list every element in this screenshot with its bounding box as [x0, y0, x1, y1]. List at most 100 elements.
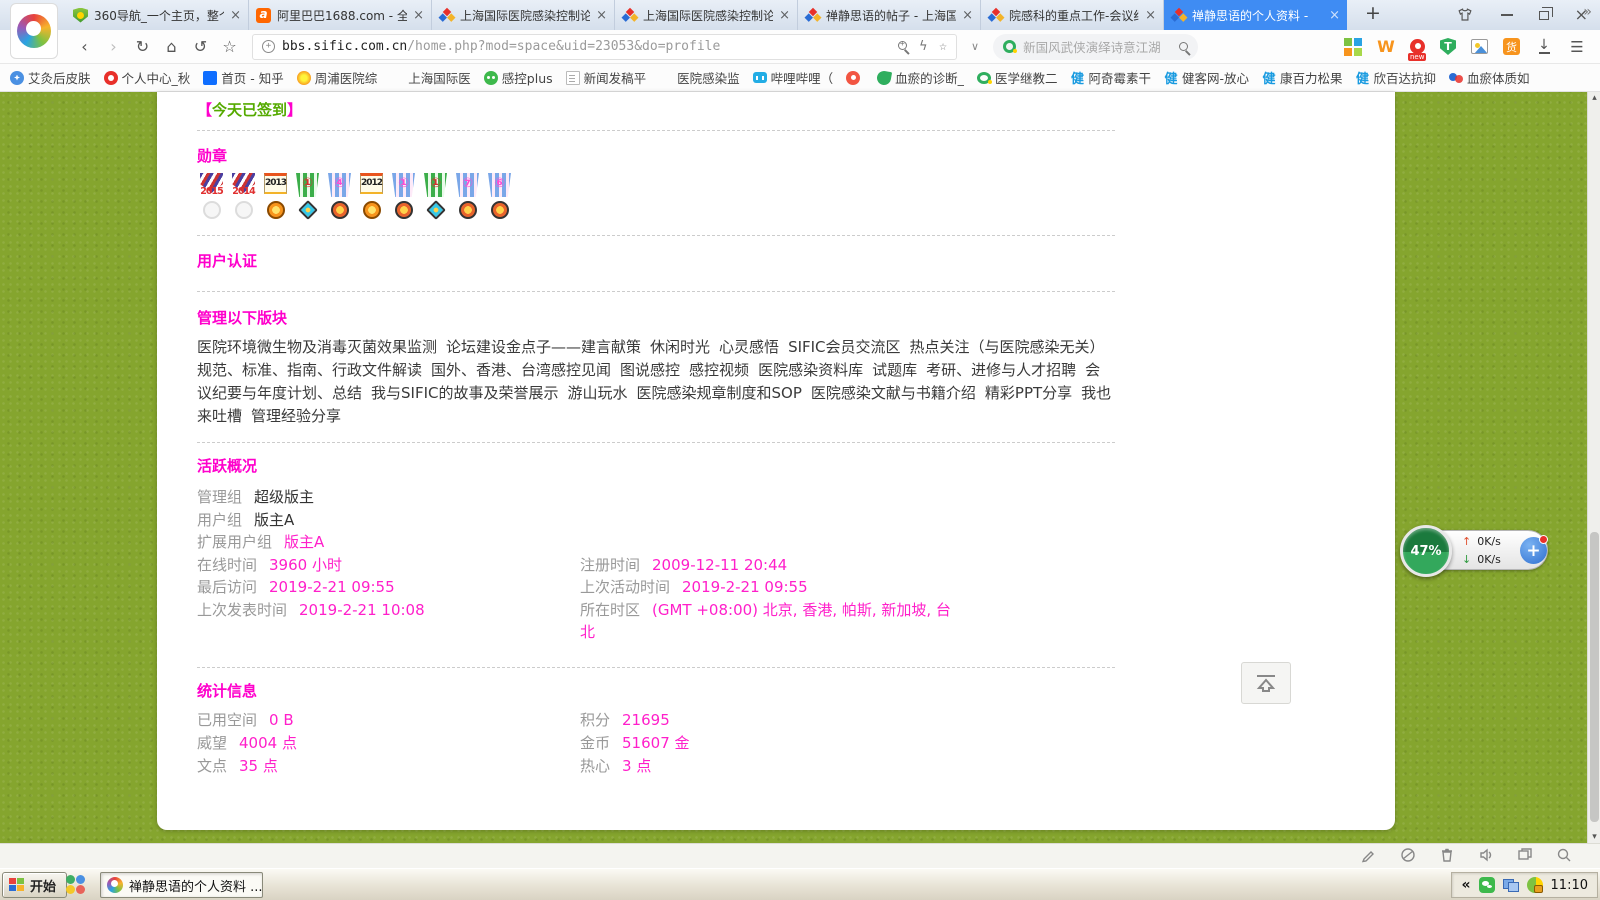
board-link[interactable]: SIFIC会员交流区: [788, 338, 900, 356]
bookmark-item[interactable]: 血瘀的诊断_: [877, 68, 964, 87]
zoom-page-icon[interactable]: [898, 39, 907, 54]
medal-icon[interactable]: 2013: [261, 173, 290, 220]
board-link[interactable]: 感控视频: [689, 361, 749, 379]
speed-widget[interactable]: 47% ↑0K/s ↓0K/s +: [1400, 525, 1550, 577]
tab-close-icon[interactable]: ×: [1329, 8, 1340, 23]
board-link[interactable]: 游山玩水: [568, 384, 628, 402]
bookmark-item[interactable]: 医学继教二: [977, 68, 1058, 87]
bookmark-item[interactable]: 感控plus: [484, 68, 553, 87]
bookmark-item[interactable]: 新闻发稿平: [566, 68, 647, 87]
new-tab-button[interactable]: +: [1360, 2, 1386, 24]
board-link[interactable]: 图说感控: [620, 361, 680, 379]
browser-tab[interactable]: 阿里巴巴1688.com - 全球 ×: [249, 0, 432, 30]
tab-close-icon[interactable]: ×: [596, 8, 607, 23]
medal-icon[interactable]: ①: [421, 173, 450, 220]
bookmark-item[interactable]: 欣百达抗抑: [1356, 68, 1437, 87]
restore-icon[interactable]: [1539, 11, 1549, 20]
site-security-icon[interactable]: +: [262, 40, 275, 53]
menu-hamburger-icon[interactable]: ☰: [1568, 38, 1586, 56]
lightning-speed-icon[interactable]: ϟ: [919, 39, 927, 54]
browser-tab[interactable]: 禅静思语的个人资料 - ×: [1164, 0, 1347, 30]
tab-close-icon[interactable]: ×: [1145, 8, 1156, 23]
shopping-huo-icon[interactable]: 货: [1503, 38, 1520, 55]
bookmark-item[interactable]: 周浦医院综: [297, 68, 378, 87]
forward-button[interactable]: ›: [99, 37, 128, 56]
bookmark-item[interactable]: 哔哩哔哩（: [753, 68, 834, 87]
reload-button[interactable]: ↻: [128, 37, 157, 56]
taskbar-window-button[interactable]: 禅静思语的个人资料 ...: [100, 872, 263, 898]
tab-close-icon[interactable]: ×: [230, 8, 241, 23]
split-window-icon[interactable]: [1517, 847, 1533, 863]
flame-extension-icon[interactable]: W: [1377, 38, 1395, 56]
board-link[interactable]: 休闲时光: [650, 338, 710, 356]
wechat-tray-icon[interactable]: [1479, 877, 1495, 893]
back-to-top-button[interactable]: [1241, 662, 1291, 704]
board-link[interactable]: 医院环境微生物及消毒灭菌效果监测: [197, 338, 437, 356]
bookmark-item[interactable]: 阿奇霉素干: [1070, 68, 1151, 87]
memory-percent-ball[interactable]: 47%: [1400, 525, 1452, 577]
board-link[interactable]: 我与SIFIC的故事及荣誉展示: [371, 384, 558, 402]
board-link[interactable]: 心灵感悟: [719, 338, 779, 356]
tab-close-icon[interactable]: ×: [413, 8, 424, 23]
bookmark-item[interactable]: 血瘀体质如: [1449, 68, 1530, 87]
apps-grid-icon[interactable]: [1344, 38, 1362, 56]
minimize-icon[interactable]: [1501, 14, 1513, 16]
recently-closed-button[interactable]: ↺: [186, 37, 215, 56]
board-link[interactable]: 医院感染规章制度和SOP: [637, 384, 802, 402]
globe-adblock-icon[interactable]: [1400, 847, 1416, 863]
browser-tab[interactable]: 院感科的重点工作-会议纪 ×: [981, 0, 1164, 30]
medal-icon[interactable]: ④: [325, 173, 354, 220]
medal-icon[interactable]: ①: [293, 173, 322, 220]
medal-icon[interactable]: 2014: [229, 173, 258, 220]
bookmarks-overflow-icon[interactable]: »: [1583, 4, 1592, 20]
search-icon[interactable]: [1179, 42, 1188, 51]
bookmark-item[interactable]: 艾灸后皮肤: [10, 68, 91, 87]
board-link[interactable]: 精彩PPT分享: [985, 384, 1072, 402]
bookmark-item[interactable]: [846, 71, 864, 85]
board-link[interactable]: 热点关注（与医院感染无关）: [910, 338, 1105, 356]
bookmark-item[interactable]: 医院感染监: [659, 68, 740, 87]
screenshot-icon[interactable]: [1471, 39, 1488, 54]
scroll-down-icon[interactable]: ▾: [1588, 832, 1600, 842]
board-link[interactable]: 考研、进修与人才招聘: [926, 361, 1076, 379]
pen-icon[interactable]: [1361, 847, 1377, 863]
url-dropdown-icon[interactable]: ∨: [971, 40, 979, 53]
network-tray-icon[interactable]: [1503, 877, 1519, 893]
board-link[interactable]: 医院感染资料库: [758, 361, 863, 379]
tray-collapse-icon[interactable]: «: [1461, 877, 1470, 893]
skin-shirt-icon[interactable]: [1455, 7, 1475, 23]
board-link[interactable]: 规范、标准、指南、行政文件解读: [197, 361, 422, 379]
start-button[interactable]: 开始: [2, 872, 67, 898]
antivirus-tray-icon[interactable]: [1527, 877, 1543, 893]
location-pin-icon[interactable]: new: [1410, 39, 1425, 54]
board-link[interactable]: 论坛建设金点子——建言献策: [446, 338, 641, 356]
address-bar[interactable]: + bbs.sific.com.cn /home.php?mod=space&u…: [252, 34, 957, 60]
board-link[interactable]: 国外、香港、台湾感控见闻: [431, 361, 611, 379]
bookmark-star-icon[interactable]: ☆: [939, 39, 947, 54]
browser-tab[interactable]: 上海国际医院感染控制论 ×: [615, 0, 798, 30]
bookmark-item[interactable]: 个人中心_秋: [104, 68, 191, 87]
bookmark-item[interactable]: 首页 - 知乎: [203, 68, 283, 87]
bookmark-item[interactable]: 康百力松果: [1262, 68, 1343, 87]
bookmark-item[interactable]: 健客网-放心: [1164, 68, 1249, 87]
back-button[interactable]: ‹: [70, 37, 99, 56]
medal-icon[interactable]: 2012: [357, 173, 386, 220]
medal-icon[interactable]: 2015: [197, 173, 226, 220]
magnifier-icon[interactable]: [1556, 847, 1572, 863]
scroll-up-icon[interactable]: ▴: [1588, 93, 1600, 103]
browser-tab[interactable]: 禅静思语的帖子 - 上海国 ×: [798, 0, 981, 30]
browser-logo-button[interactable]: [10, 3, 58, 59]
security-shield-icon[interactable]: T: [1440, 38, 1456, 55]
medal-icon[interactable]: ⑦: [453, 173, 482, 220]
bookmark-item[interactable]: 上海国际医: [390, 68, 471, 87]
page-scrollbar[interactable]: ▴ ▾: [1587, 92, 1600, 843]
medal-icon[interactable]: ⑥: [485, 173, 514, 220]
speaker-icon[interactable]: [1478, 847, 1494, 863]
browser-tab[interactable]: 360导航_一个主页，整个 ×: [66, 0, 249, 30]
board-link[interactable]: 试题库: [872, 361, 917, 379]
medal-icon[interactable]: ①: [389, 173, 418, 220]
download-icon[interactable]: ↓: [1535, 38, 1553, 56]
scrollbar-thumb[interactable]: [1590, 532, 1599, 822]
board-link[interactable]: 管理经验分享: [251, 407, 341, 425]
home-button[interactable]: ⌂: [157, 37, 186, 56]
